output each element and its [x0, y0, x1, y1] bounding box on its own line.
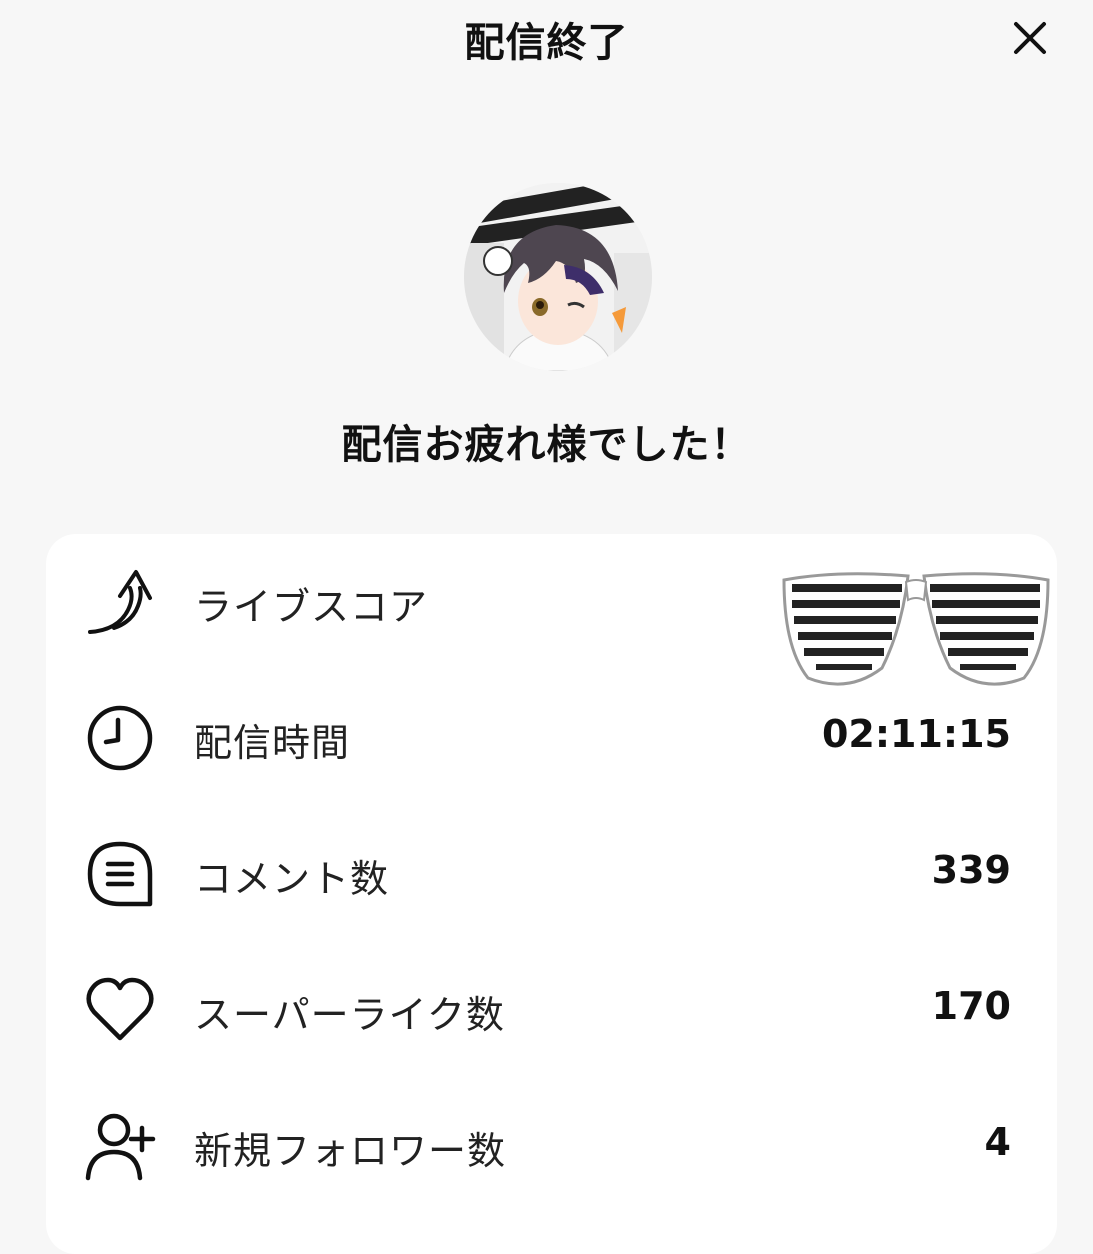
arrow-up-icon [84, 566, 156, 638]
heart-icon [84, 974, 156, 1046]
stat-label: コメント数 [194, 857, 390, 901]
stat-label: 配信時間 [194, 721, 351, 765]
header: 配信終了 [0, 0, 1093, 80]
comment-icon [84, 838, 156, 910]
page-title: 配信終了 [464, 20, 629, 66]
close-button[interactable] [1006, 14, 1054, 62]
stat-row-super-likes: スーパーライク数 170 [46, 942, 1057, 1078]
stat-row-live-score: ライブスコア [46, 534, 1057, 686]
stats-card: ライブスコア 配信時間 02:11:15 コメント数 339 スーパーライク数 … [46, 534, 1057, 1254]
completion-message: 配信お疲れ様でした！ [341, 422, 752, 468]
close-icon [1014, 22, 1046, 54]
stat-value: 339 [931, 848, 1011, 892]
stat-value: 02:11:15 [821, 712, 1011, 756]
stat-label: スーパーライク数 [194, 993, 505, 1037]
clock-icon [84, 702, 156, 774]
stat-value: 170 [931, 984, 1011, 1028]
stat-value: 4 [984, 1120, 1011, 1164]
stat-label: 新規フォロワー数 [194, 1129, 507, 1173]
stat-row-stream-time: 配信時間 02:11:15 [46, 670, 1057, 806]
stat-row-comments: コメント数 339 [46, 806, 1057, 942]
stat-label: ライブスコア [194, 585, 429, 629]
avatar [464, 183, 652, 371]
stat-row-new-followers: 新規フォロワー数 4 [46, 1078, 1057, 1214]
user-plus-icon [84, 1110, 156, 1182]
